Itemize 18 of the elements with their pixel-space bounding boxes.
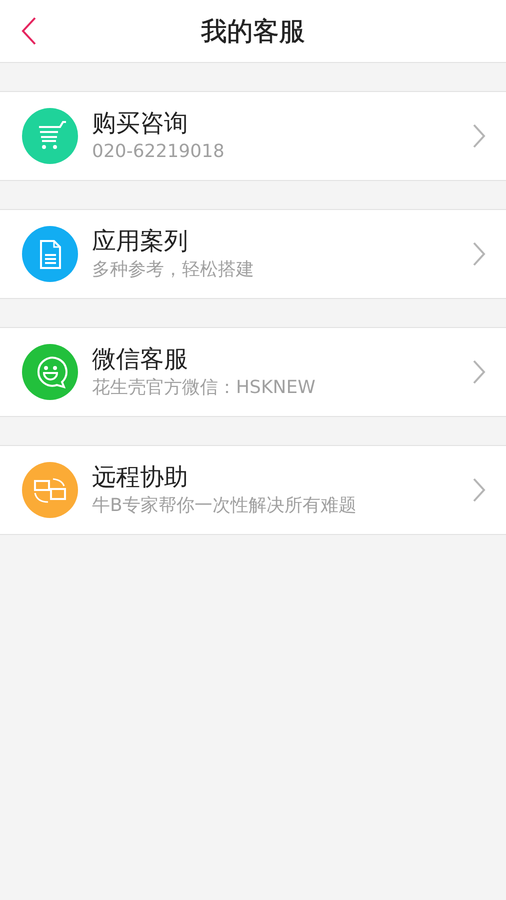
list-item[interactable]: 远程协助 牛B专家帮你一次性解决所有难题 — [0, 445, 506, 535]
item-subtitle: 020-62219018 — [92, 140, 226, 164]
item-title: 应用案列 — [92, 226, 189, 256]
chevron-icon — [472, 359, 486, 385]
item-subtitle: 多种参考，轻松搭建 — [92, 258, 255, 282]
list-item[interactable]: 购买咨询 020-62219018 — [0, 91, 506, 181]
chevron-icon — [472, 477, 486, 503]
list-item[interactable]: 应用案列 多种参考，轻松搭建 — [0, 209, 506, 299]
item-subtitle: 牛B专家帮你一次性解决所有难题 — [92, 494, 358, 518]
chevron-icon — [472, 123, 486, 149]
item-subtitle: 花生壳官方微信：HSKNEW — [92, 376, 316, 400]
page-title: 我的客服 — [201, 16, 305, 48]
item-title: 微信客服 — [92, 344, 189, 374]
chevron-icon — [472, 241, 486, 267]
item-title: 远程协助 — [92, 462, 189, 492]
item-title: 购买咨询 — [92, 108, 189, 138]
back-icon[interactable] — [20, 16, 38, 46]
list-item[interactable]: 微信客服 花生壳官方微信：HSKNEW — [0, 327, 506, 417]
